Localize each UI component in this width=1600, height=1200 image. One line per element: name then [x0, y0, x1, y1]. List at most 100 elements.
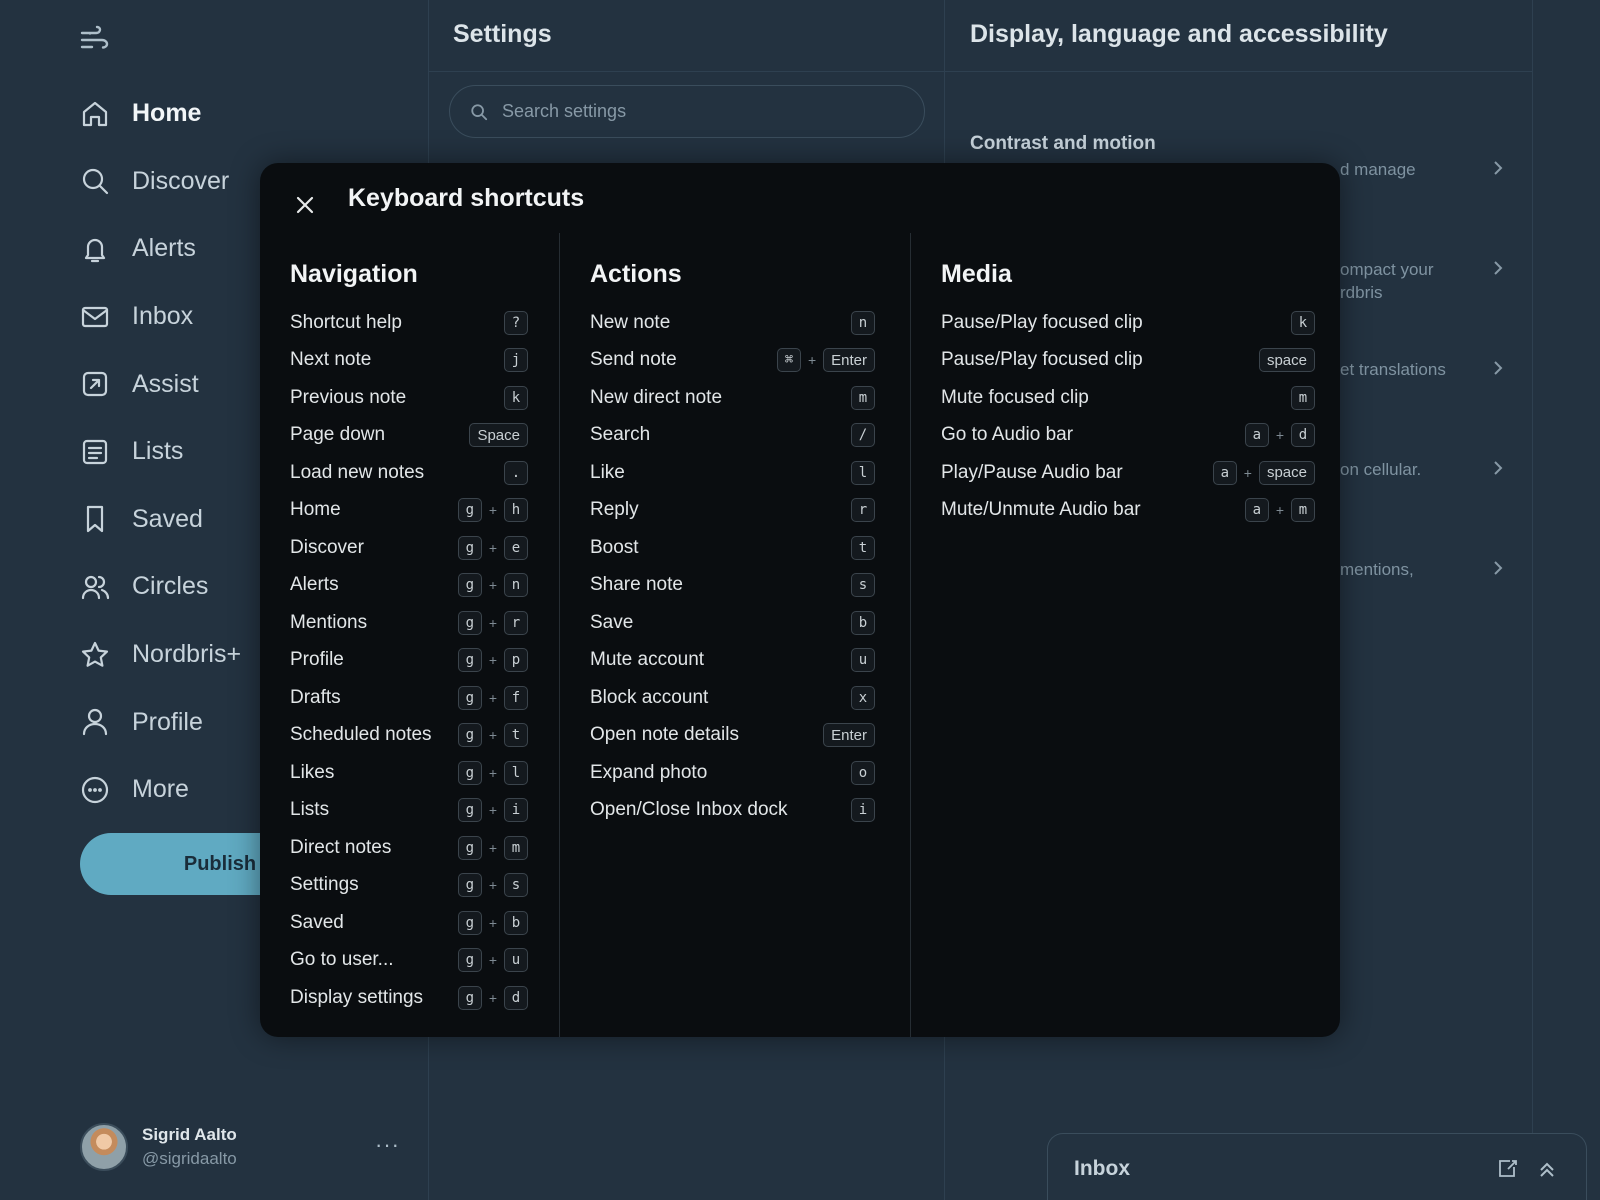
- sidebar-item-label: Discover: [132, 166, 230, 195]
- shortcut-label: Likes: [290, 761, 335, 783]
- key-plus: +: [488, 614, 497, 631]
- sidebar-item-nordbris[interactable]: Nordbris+: [80, 621, 241, 689]
- shortcut-keys: space: [1258, 348, 1315, 373]
- shortcut-section-heading: Media: [941, 260, 1012, 288]
- sidebar-item-home[interactable]: Home: [80, 80, 241, 148]
- setting-row-snippet[interactable]: mentions,: [1340, 558, 1490, 581]
- shortcut-label: New note: [590, 311, 671, 333]
- page-title: Settings: [453, 20, 552, 48]
- shortcut-row: New direct note m: [590, 379, 875, 417]
- keycap: ⌘: [776, 348, 801, 373]
- setting-row-snippet[interactable]: on cellular.: [1340, 458, 1490, 481]
- inbox-dock[interactable]: Inbox: [1047, 1133, 1587, 1200]
- keycap: g: [457, 648, 482, 673]
- new-message-icon[interactable]: [1496, 1158, 1518, 1180]
- chevron-double-up-icon[interactable]: [1536, 1158, 1558, 1180]
- sidebar-item-profile[interactable]: Profile: [80, 688, 241, 756]
- mail-icon: [81, 306, 109, 327]
- shortcut-label: Open note details: [590, 724, 739, 746]
- shortcut-row: Open/Close Inbox dock i: [590, 792, 875, 830]
- close-icon: [296, 196, 314, 214]
- sidebar-item-label: Profile: [132, 707, 203, 736]
- avatar: [80, 1123, 128, 1171]
- shortcut-row: Mute focused clip m: [941, 379, 1315, 417]
- shortcut-label: Save: [590, 611, 634, 633]
- shortcut-label: Previous note: [290, 386, 407, 408]
- shortcut-row: Alerts g + n: [290, 567, 528, 605]
- star-icon: [81, 641, 109, 667]
- shortcut-section-heading: Navigation: [290, 260, 418, 288]
- close-button[interactable]: [285, 185, 325, 225]
- shortcut-label: Lists: [290, 799, 330, 821]
- more-horizontal-icon[interactable]: ···: [375, 1132, 400, 1158]
- search-input[interactable]: [502, 101, 882, 122]
- search-icon: [82, 169, 109, 195]
- chevron-right-icon[interactable]: [1490, 560, 1506, 576]
- sidebar-item-more[interactable]: More: [80, 756, 241, 824]
- shortcut-keys: g + s: [457, 873, 528, 898]
- keycap: e: [504, 535, 528, 560]
- shortcut-label: Load new notes: [290, 461, 425, 483]
- divider: [429, 71, 944, 72]
- keycap: k: [1291, 310, 1315, 335]
- key-plus: +: [1243, 464, 1252, 481]
- keycap: .: [504, 460, 528, 485]
- shortcut-label: Block account: [590, 686, 709, 708]
- keycap: d: [1291, 423, 1315, 448]
- key-plus: +: [1275, 502, 1284, 519]
- sidebar-item-lists[interactable]: Lists: [80, 418, 241, 486]
- sidebar-item-circles[interactable]: Circles: [80, 553, 241, 621]
- modal-title: Keyboard shortcuts: [348, 184, 585, 212]
- keycap: g: [457, 798, 482, 823]
- chevron-right-icon[interactable]: [1490, 460, 1506, 476]
- shortcut-column-actions: Actions New note n Send note ⌘ + Enter New dire…: [590, 233, 875, 1037]
- keycap: r: [504, 610, 528, 635]
- column-divider: [559, 233, 560, 1037]
- shortcut-section-heading: Actions: [590, 260, 682, 288]
- chevron-right-icon[interactable]: [1490, 160, 1506, 176]
- shortcut-keys: g + t: [457, 723, 528, 748]
- chevron-right-icon[interactable]: [1490, 360, 1506, 376]
- shortcut-row: Scheduled notes g + t: [290, 717, 528, 755]
- sidebar-item-saved[interactable]: Saved: [80, 486, 241, 554]
- search-settings[interactable]: [449, 85, 925, 138]
- logo-icon[interactable]: [78, 24, 110, 56]
- setting-row-snippet[interactable]: d manage: [1340, 158, 1490, 181]
- key-plus: +: [488, 952, 497, 969]
- shortcut-label: Profile: [290, 649, 344, 671]
- account-handle: @sigridaalto: [142, 1149, 237, 1168]
- keycap: space: [1258, 348, 1315, 373]
- shortcut-keys: g + i: [457, 798, 528, 823]
- shortcut-row: Expand photo o: [590, 754, 875, 792]
- sidebar-item-alerts[interactable]: Alerts: [80, 215, 241, 283]
- shortcut-label: Mute/Unmute Audio bar: [941, 499, 1141, 521]
- shortcut-label: Shortcut help: [290, 311, 402, 333]
- shortcut-keys: Space: [469, 423, 528, 448]
- key-plus: +: [488, 802, 497, 819]
- keycap: o: [851, 760, 875, 785]
- keycap: Enter: [823, 348, 875, 373]
- shortcut-row: Shortcut help?: [290, 304, 528, 342]
- setting-row-snippet[interactable]: ompact your rdbris: [1340, 258, 1490, 304]
- keycap: s: [851, 573, 875, 598]
- setting-row-snippet[interactable]: et translations: [1340, 358, 1490, 381]
- account-switcher[interactable]: Sigrid Aalto @sigridaalto ···: [80, 1122, 399, 1172]
- keycap: u: [851, 648, 875, 673]
- keycap: m: [1291, 498, 1315, 523]
- shortcut-row: Boost t: [590, 529, 875, 567]
- shortcut-row: Reply r: [590, 492, 875, 530]
- shortcut-row: Profile g + p: [290, 642, 528, 680]
- key-plus: +: [488, 652, 497, 669]
- shortcut-keys: r: [851, 498, 875, 523]
- shortcut-row: Play/Pause Audio bar a + space: [941, 454, 1315, 492]
- sidebar-item-inbox[interactable]: Inbox: [80, 283, 241, 351]
- sidebar-item-assist[interactable]: Assist: [80, 350, 241, 418]
- chevron-right-icon[interactable]: [1490, 260, 1506, 276]
- shortcut-keys: /: [851, 423, 875, 448]
- shortcut-row: Likes g + l: [290, 754, 528, 792]
- shortcut-row: Pause/Play focused clip space: [941, 342, 1315, 380]
- keycap: g: [457, 910, 482, 935]
- keycap: t: [504, 723, 528, 748]
- sidebar-item-discover[interactable]: Discover: [80, 148, 241, 216]
- keycap: Space: [469, 423, 528, 448]
